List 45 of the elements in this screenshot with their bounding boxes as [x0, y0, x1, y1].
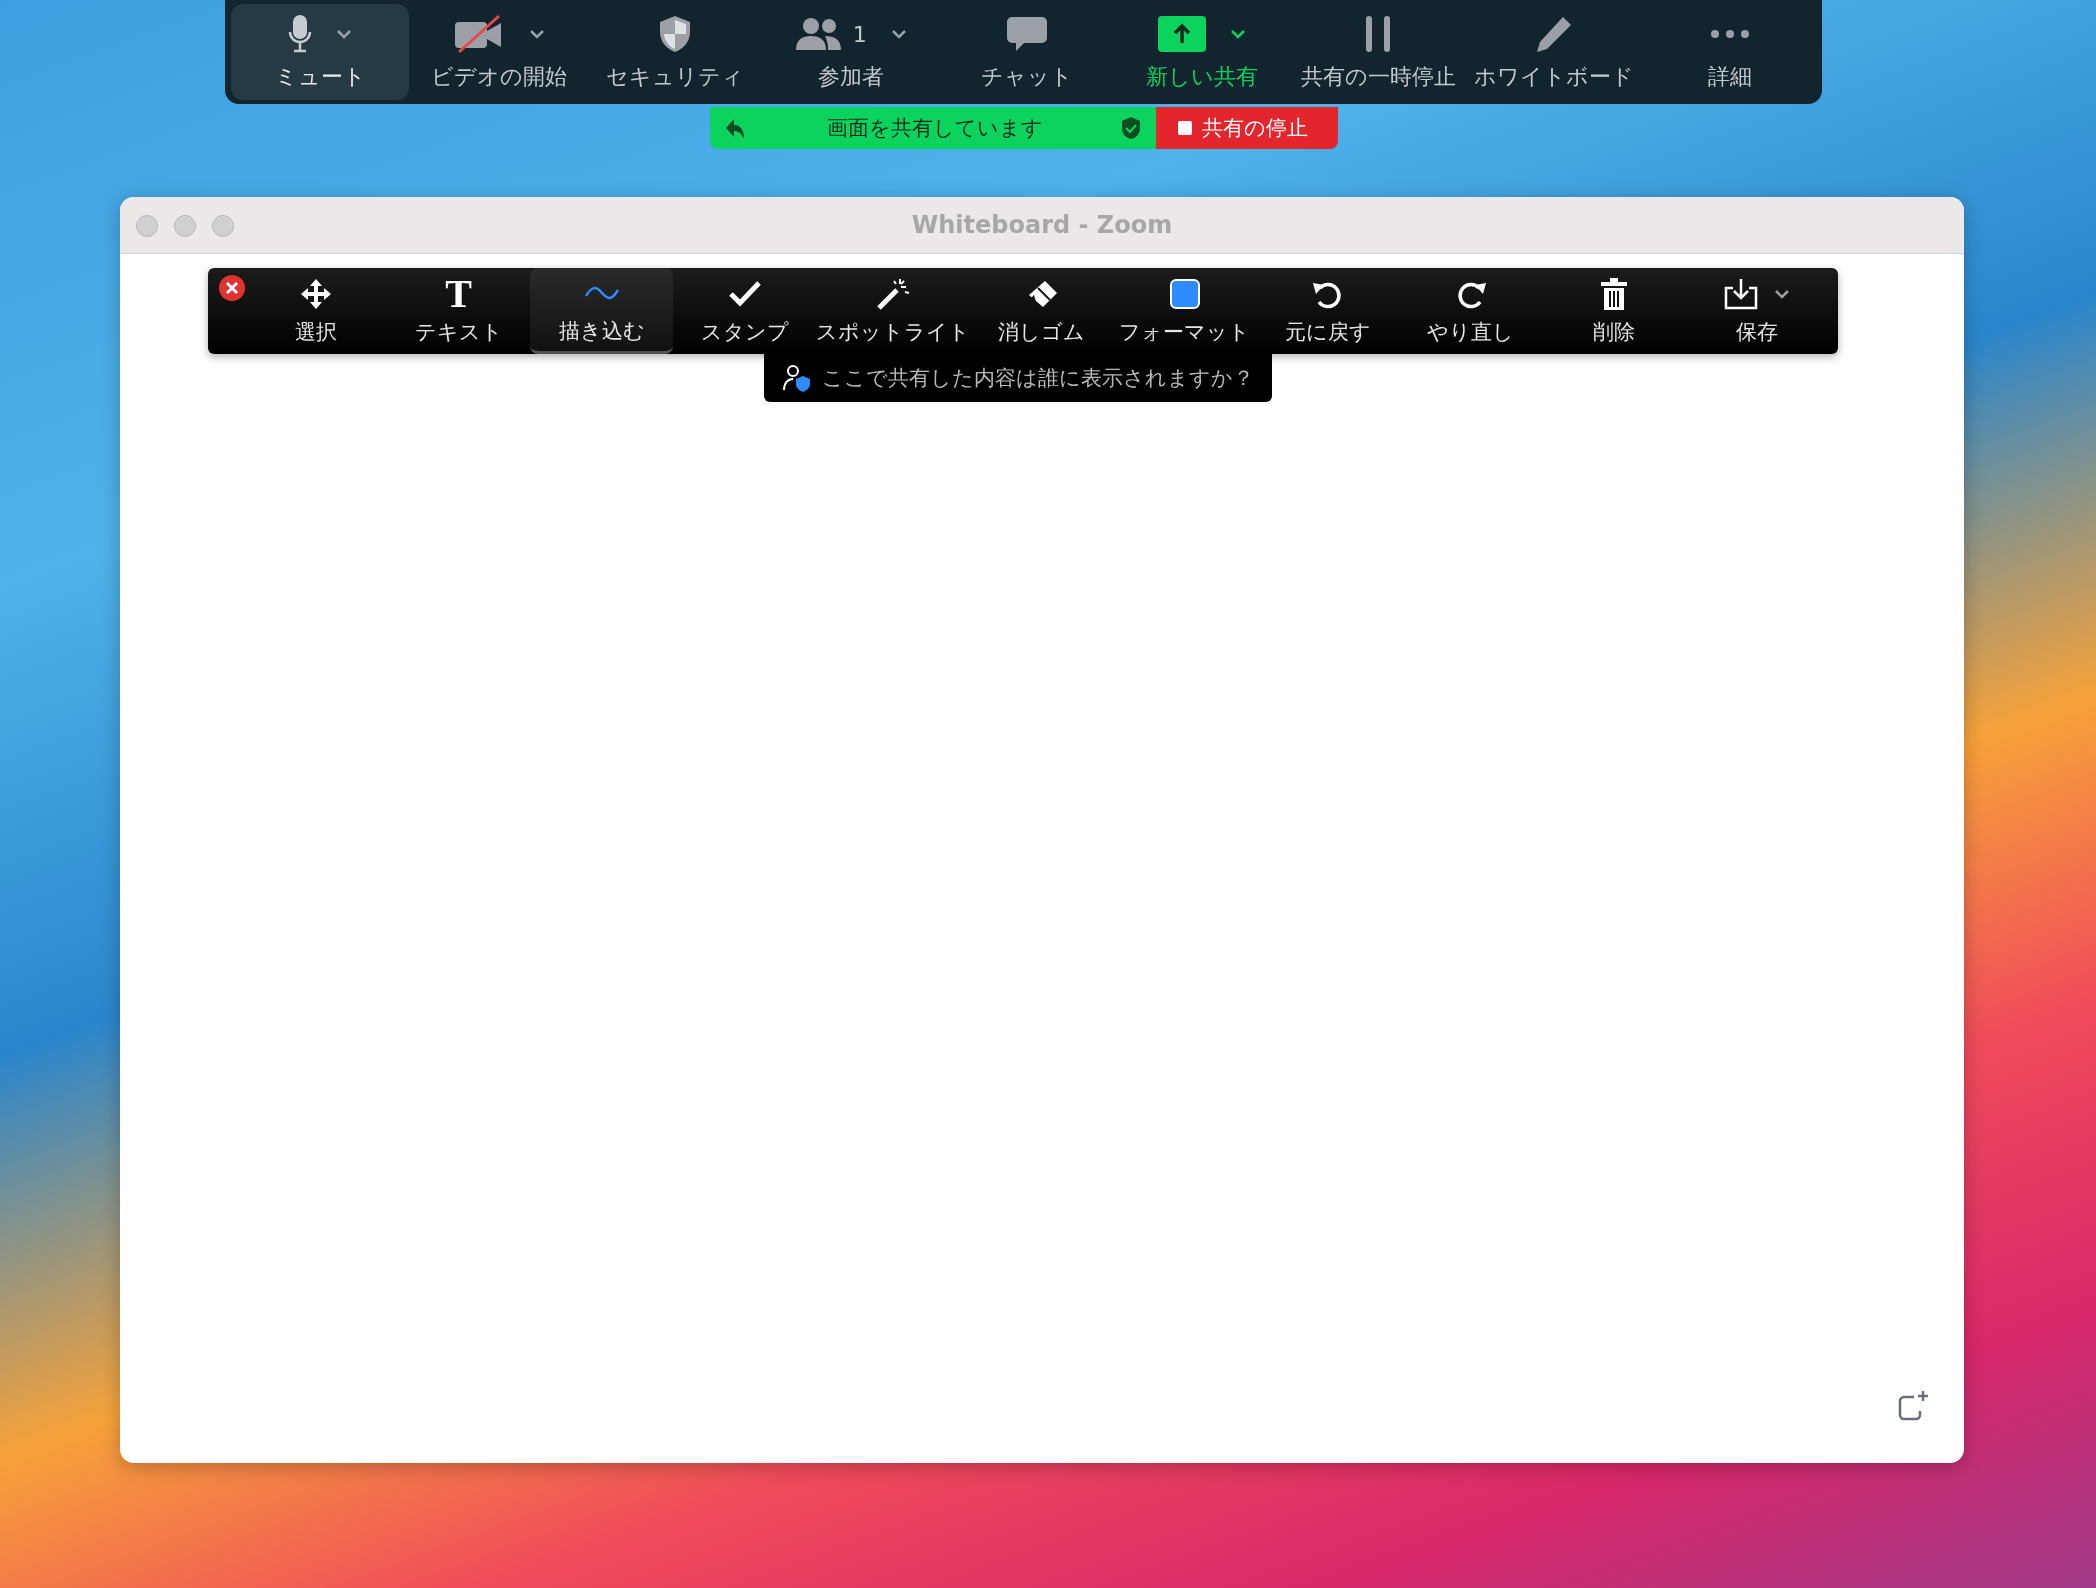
toolbar-button[interactable]: セキュリティ [588, 4, 761, 100]
sharing-status: 画面を共有しています [826, 115, 1044, 142]
tool-button[interactable]: 描き込む [530, 268, 673, 354]
toolbar-button[interactable]: 詳細 [1644, 4, 1816, 100]
person-shield-icon [782, 364, 812, 392]
download-icon [1723, 278, 1758, 310]
trash-icon [1599, 278, 1628, 310]
tool-button[interactable]: フォーマット [1113, 268, 1256, 354]
toolbar-button[interactable]: 共有の一時停止 [1292, 4, 1465, 100]
tool-button[interactable]: T テキスト [387, 268, 530, 354]
wand-icon [876, 277, 910, 311]
participant-count: 1 [852, 21, 867, 47]
close-icon[interactable] [218, 274, 246, 302]
toolbar-button[interactable]: 1 参加者 [764, 4, 937, 100]
checkmark-icon [727, 280, 762, 308]
tooltip[interactable]: ここで共有した内容は誰に表示されますか？ [764, 354, 1272, 402]
window-title: Whiteboard - Zoom [911, 211, 1173, 239]
microphone-icon [288, 14, 312, 54]
toolbar-button[interactable]: ミュート [231, 4, 409, 100]
tool-button[interactable]: 元に戻す [1256, 268, 1399, 354]
tool-button[interactable]: 削除 [1542, 268, 1685, 354]
text-tool-icon: T [445, 274, 472, 314]
close-window-button[interactable] [136, 215, 158, 237]
toolbar-button[interactable]: チャット [940, 4, 1113, 100]
tool-button[interactable]: 選択 [244, 268, 387, 354]
move-icon [299, 278, 332, 310]
chat-icon [1005, 15, 1048, 53]
pencil-icon [1535, 15, 1574, 53]
tool-button[interactable]: スポットライト [816, 268, 970, 354]
new-page-icon[interactable] [1896, 1389, 1930, 1423]
toolbar-button[interactable]: ビデオの開始 [413, 4, 585, 100]
stop-share-button[interactable]: 共有の停止 [1156, 107, 1338, 149]
toolbar-button[interactable]: ホワイトボード [1468, 4, 1641, 100]
shield-check-icon [1120, 116, 1142, 140]
share-screen-icon [1158, 16, 1207, 52]
wave-icon [583, 285, 620, 300]
more-icon [1710, 29, 1751, 39]
minimize-window-button[interactable] [174, 215, 196, 237]
zoom-window-button[interactable] [212, 215, 234, 237]
people-icon [794, 16, 843, 52]
tool-button[interactable]: 保存 [1685, 268, 1828, 354]
toolbar-button[interactable]: 新しい共有 [1116, 4, 1289, 100]
tool-button[interactable]: やり直し [1399, 268, 1542, 354]
tool-button[interactable]: 消しゴム [970, 268, 1113, 354]
tool-button[interactable]: スタンプ [673, 268, 816, 354]
